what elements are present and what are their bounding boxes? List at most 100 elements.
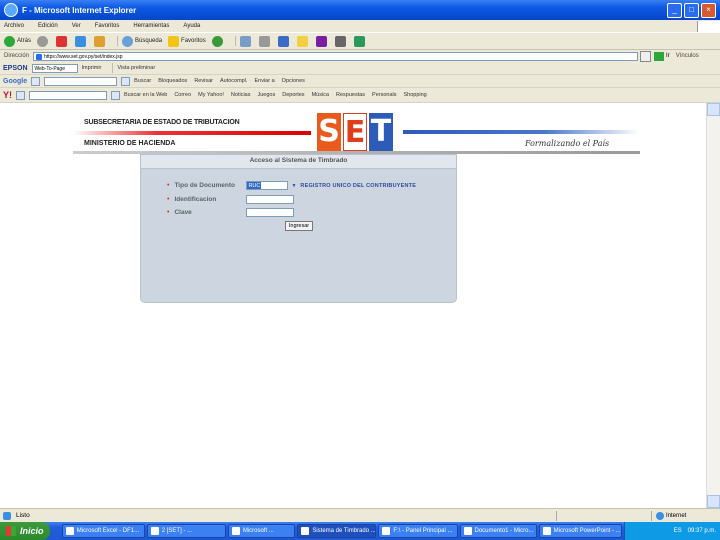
links-label[interactable]: Vínculos: [676, 53, 699, 59]
scroll-down-button[interactable]: [707, 495, 720, 508]
mail-button[interactable]: [239, 35, 253, 47]
menu-ver[interactable]: Ver: [72, 23, 81, 29]
language-indicator[interactable]: ES: [674, 528, 682, 534]
home-icon: [94, 35, 106, 47]
yahoo-answers-button[interactable]: Respuestas: [336, 92, 365, 98]
go-label[interactable]: Ir: [666, 53, 670, 59]
yahoo-sports-button[interactable]: Deportes: [282, 92, 304, 98]
epson-toolbar: EPSON Web-To-Page Imprimir Vista prelimi…: [0, 62, 720, 75]
web-to-page-dropdown[interactable]: Web-To-Page: [31, 63, 78, 73]
clock[interactable]: 09:37 p.m.: [688, 528, 716, 534]
yahoo-icon: [315, 35, 327, 47]
taskbar-item-panel-principal[interactable]: F:\ - Panel Principal ...: [378, 524, 458, 538]
google-menu-dropdown[interactable]: [31, 76, 41, 86]
start-button[interactable]: Inicio: [0, 522, 51, 540]
menu-favoritos[interactable]: Favoritos: [95, 23, 120, 29]
epson-preview-button[interactable]: Vista preliminar: [117, 65, 155, 71]
maximize-button[interactable]: □: [684, 2, 699, 18]
scroll-up-button[interactable]: [707, 103, 720, 116]
taskbar-item-excel[interactable]: Microsoft Excel - DF1...: [61, 524, 145, 538]
clave-row: • Clave: [167, 208, 295, 217]
yahoo-search-dropdown[interactable]: [111, 90, 120, 100]
taskbar-item-microsoft[interactable]: Microsoft ...: [227, 524, 296, 538]
stop-icon: [56, 35, 68, 47]
yahoo-music-button[interactable]: Música: [312, 92, 329, 98]
taskbar-item-documento1[interactable]: Documento1 - Micro...: [459, 524, 537, 538]
address-dropdown-button[interactable]: [640, 50, 652, 62]
taskbar-item-set[interactable]: 2 [SET] - ...: [146, 524, 226, 538]
address-input[interactable]: https://www.set.gov.py/set/index.jsp: [33, 51, 639, 61]
yahoo-mail-button[interactable]: Correo: [174, 92, 191, 98]
toolbar-separator: [117, 36, 119, 46]
powerpoint-icon: [542, 527, 551, 535]
yahoo-search-button[interactable]: Buscar en la Web: [124, 92, 167, 98]
discuss-button[interactable]: [296, 35, 310, 47]
set-logo-letter-e: E: [343, 113, 367, 151]
standard-toolbar: Atrás Búsqueda Favoritos: [0, 32, 720, 50]
google-options-button[interactable]: Opciones: [282, 78, 305, 84]
menu-archivo[interactable]: Archivo: [4, 23, 24, 29]
triangle-icon: ▼: [291, 182, 297, 189]
doc-type-select[interactable]: RUC: [246, 181, 289, 190]
taskbar-item-powerpoint[interactable]: Microsoft PowerPoint - ...: [538, 524, 622, 538]
yahoo-search-input[interactable]: [29, 90, 107, 100]
home-button[interactable]: [94, 35, 107, 47]
yahoo-personals-button[interactable]: Personals: [372, 92, 396, 98]
identificacion-input[interactable]: [246, 195, 295, 204]
registro-unico-link[interactable]: REGISTRO UNICO DEL CONTRIBUYENTE: [300, 183, 416, 189]
yahoo-games-button[interactable]: Juegos: [257, 92, 275, 98]
messenger-button[interactable]: [353, 35, 367, 47]
google-search-button[interactable]: Buscar: [134, 78, 151, 84]
address-bar: Dirección https://www.set.gov.py/set/ind…: [0, 50, 720, 62]
google-check-button[interactable]: Revisar: [194, 78, 213, 84]
forward-button[interactable]: [37, 35, 50, 47]
ingresar-button[interactable]: Ingresar: [285, 221, 313, 231]
refresh-button[interactable]: [75, 35, 88, 47]
epson-print-button[interactable]: Imprimir: [82, 65, 102, 71]
slogan: Formalizando el País: [525, 139, 610, 148]
printer-icon: [258, 35, 270, 47]
windows-logo-icon: [697, 20, 720, 32]
vertical-scrollbar[interactable]: [706, 103, 720, 508]
yahoo-news-button[interactable]: Noticias: [231, 92, 251, 98]
search-button[interactable]: Búsqueda: [122, 35, 162, 47]
yahoo-menu-dropdown[interactable]: [16, 90, 25, 100]
menu-bar: Archivo Edición Ver Favoritos Herramient…: [0, 20, 720, 32]
google-send-button[interactable]: Enviar a: [254, 78, 274, 84]
page-content: SUBSECRETARIA DE ESTADO DE TRIBUTACION M…: [0, 103, 720, 508]
yahoo-button[interactable]: [315, 35, 329, 47]
menu-herramientas[interactable]: Herramientas: [133, 23, 169, 29]
taskbar-item-sistema-timbrado[interactable]: Sistema de Timbrado ...: [297, 524, 377, 538]
menu-ayuda[interactable]: Ayuda: [183, 23, 200, 29]
favorites-button[interactable]: Favoritos: [168, 35, 206, 47]
doc-type-selected-value: RUC: [247, 182, 262, 189]
forward-arrow-icon: [37, 35, 49, 47]
ministerio-title: MINISTERIO DE HACIENDA: [84, 140, 176, 147]
google-blocked-button[interactable]: Bloqueados: [158, 78, 187, 84]
history-button[interactable]: [211, 35, 225, 47]
status-bar: Listo Internet: [0, 508, 720, 522]
zone-label: Internet: [666, 512, 687, 519]
window-title-bar[interactable]: F - Microsoft Internet Explorer _ □ ×: [0, 0, 720, 20]
google-autofill-button[interactable]: Autocompl.: [220, 78, 248, 84]
yahoo-shopping-button[interactable]: Shopping: [404, 92, 427, 98]
close-button[interactable]: ×: [701, 2, 716, 18]
note-icon: [296, 35, 308, 47]
stop-button[interactable]: [56, 35, 69, 47]
print-button[interactable]: [258, 35, 272, 47]
refresh-icon: [75, 35, 87, 47]
clave-input[interactable]: [246, 208, 295, 217]
menu-edicion[interactable]: Edición: [38, 23, 58, 29]
google-search-input[interactable]: [44, 76, 118, 86]
star-icon: [168, 35, 180, 47]
minimize-button[interactable]: _: [667, 2, 682, 18]
google-search-dropdown[interactable]: [121, 76, 131, 86]
go-button[interactable]: [654, 51, 665, 61]
status-zone-cell: Internet: [651, 510, 720, 521]
research-button[interactable]: [334, 35, 348, 47]
back-button[interactable]: Atrás: [4, 35, 31, 47]
yahoo-my-yahoo-button[interactable]: My Yahoo!: [198, 92, 224, 98]
identificacion-row: • Identificacion: [167, 195, 295, 204]
toolbar-separator: [112, 63, 114, 73]
edit-button[interactable]: [277, 35, 291, 47]
